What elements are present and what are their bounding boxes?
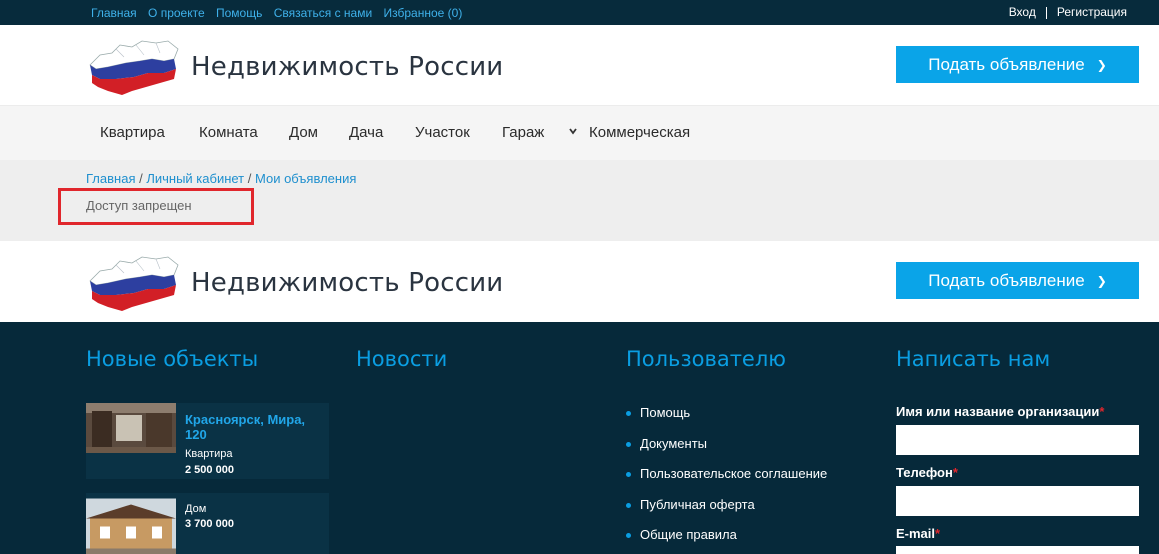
top-links: Главная О проекте Помощь Связаться с нам… [91, 6, 470, 20]
post-ad-button[interactable]: Подать объявление ❯ [896, 46, 1139, 83]
phone-label-text: Телефон [896, 465, 953, 480]
required-mark: * [1099, 404, 1105, 419]
new-objects-title: Новые объекты [86, 347, 259, 371]
user-link-help[interactable]: Помощь [626, 398, 827, 429]
nav-item-apartment[interactable]: Квартира [100, 124, 165, 141]
breadcrumb-home[interactable]: Главная [86, 171, 135, 186]
phone-field[interactable] [896, 486, 1139, 516]
property-type: Дом [185, 503, 207, 515]
top-link-help[interactable]: Помощь [216, 6, 262, 20]
email-field-label: E-mail* [896, 526, 940, 541]
user-link-documents[interactable]: Документы [626, 429, 827, 460]
chevron-down-icon[interactable] [569, 127, 577, 135]
property-type: Квартира [185, 448, 233, 460]
breadcrumb: Главная / Личный кабинет / Мои объявлени… [86, 171, 356, 186]
breadcrumb-separator: / [244, 171, 255, 186]
top-link-about[interactable]: О проекте [148, 6, 205, 20]
user-link-offer[interactable]: Публичная оферта [626, 490, 827, 521]
divider [1045, 6, 1047, 19]
chevron-right-icon: ❯ [1096, 273, 1107, 288]
name-field[interactable] [896, 425, 1139, 455]
name-field-label: Имя или название организации* [896, 404, 1104, 419]
nav-item-dacha[interactable]: Дача [349, 124, 383, 141]
top-link-favorites[interactable]: Избранное (0) [384, 6, 463, 20]
chevron-right-icon: ❯ [1096, 57, 1107, 72]
property-price: 2 500 000 [185, 464, 234, 476]
property-card[interactable]: Дом 3 700 000 [86, 493, 329, 554]
property-card[interactable]: Красноярск, Мира, 120 Квартира 2 500 000 [86, 403, 329, 479]
footer-header: Недвижимость России Подать объявление ❯ [0, 241, 1159, 321]
login-link[interactable]: Вход [1009, 5, 1036, 19]
site-title[interactable]: Недвижимость России [191, 268, 503, 298]
nav-item-garage[interactable]: Гараж [502, 124, 544, 141]
category-nav: Квартира Комната Дом Дача Участок Гараж … [0, 105, 1159, 161]
russia-flag-map-logo[interactable] [86, 37, 182, 97]
email-label-text: E-mail [896, 526, 936, 541]
news-title: Новости [356, 347, 448, 371]
name-label-text: Имя или название организации [896, 404, 1100, 419]
site-title[interactable]: Недвижимость России [191, 52, 503, 82]
footer: Новые объекты Новости Пользователю Напис… [0, 322, 1159, 554]
top-link-contact[interactable]: Связаться с нами [274, 6, 372, 20]
user-title: Пользователю [626, 347, 786, 371]
top-bar: Главная О проекте Помощь Связаться с нам… [0, 0, 1159, 26]
user-link-agreement[interactable]: Пользовательское соглашение [626, 459, 827, 490]
user-link-rules[interactable]: Общие правила [626, 520, 827, 551]
russia-flag-map-logo[interactable] [86, 253, 182, 313]
email-field[interactable] [896, 546, 1139, 554]
required-mark: * [935, 526, 941, 541]
auth-links: Вход Регистрация [1009, 5, 1127, 19]
post-ad-label: Подать объявление [928, 270, 1085, 290]
required-mark: * [952, 465, 958, 480]
breadcrumb-area: Главная / Личный кабинет / Мои объявлени… [0, 160, 1159, 241]
top-link-home[interactable]: Главная [91, 6, 137, 20]
property-photo[interactable] [86, 403, 176, 453]
post-ad-label: Подать объявление [928, 54, 1085, 74]
property-price: 3 700 000 [185, 518, 234, 530]
user-links-list: Помощь Документы Пользовательское соглаш… [626, 398, 827, 551]
nav-item-room[interactable]: Комната [199, 124, 258, 141]
property-photo[interactable] [86, 493, 176, 554]
breadcrumb-cabinet[interactable]: Личный кабинет [146, 171, 244, 186]
register-link[interactable]: Регистрация [1057, 5, 1127, 19]
nav-item-house[interactable]: Дом [289, 124, 318, 141]
nav-item-commercial[interactable]: Коммерческая [589, 124, 690, 141]
property-title[interactable]: Красноярск, Мира, 120 [185, 412, 325, 442]
phone-field-label: Телефон* [896, 465, 958, 480]
breadcrumb-separator: / [135, 171, 147, 186]
site-header: Недвижимость России Подать объявление ❯ [0, 25, 1159, 105]
contact-title: Написать нам [896, 347, 1051, 371]
post-ad-button[interactable]: Подать объявление ❯ [896, 262, 1139, 299]
breadcrumb-my-ads[interactable]: Мои объявления [255, 171, 356, 186]
nav-item-plot[interactable]: Участок [415, 124, 470, 141]
highlight-box [58, 188, 254, 225]
